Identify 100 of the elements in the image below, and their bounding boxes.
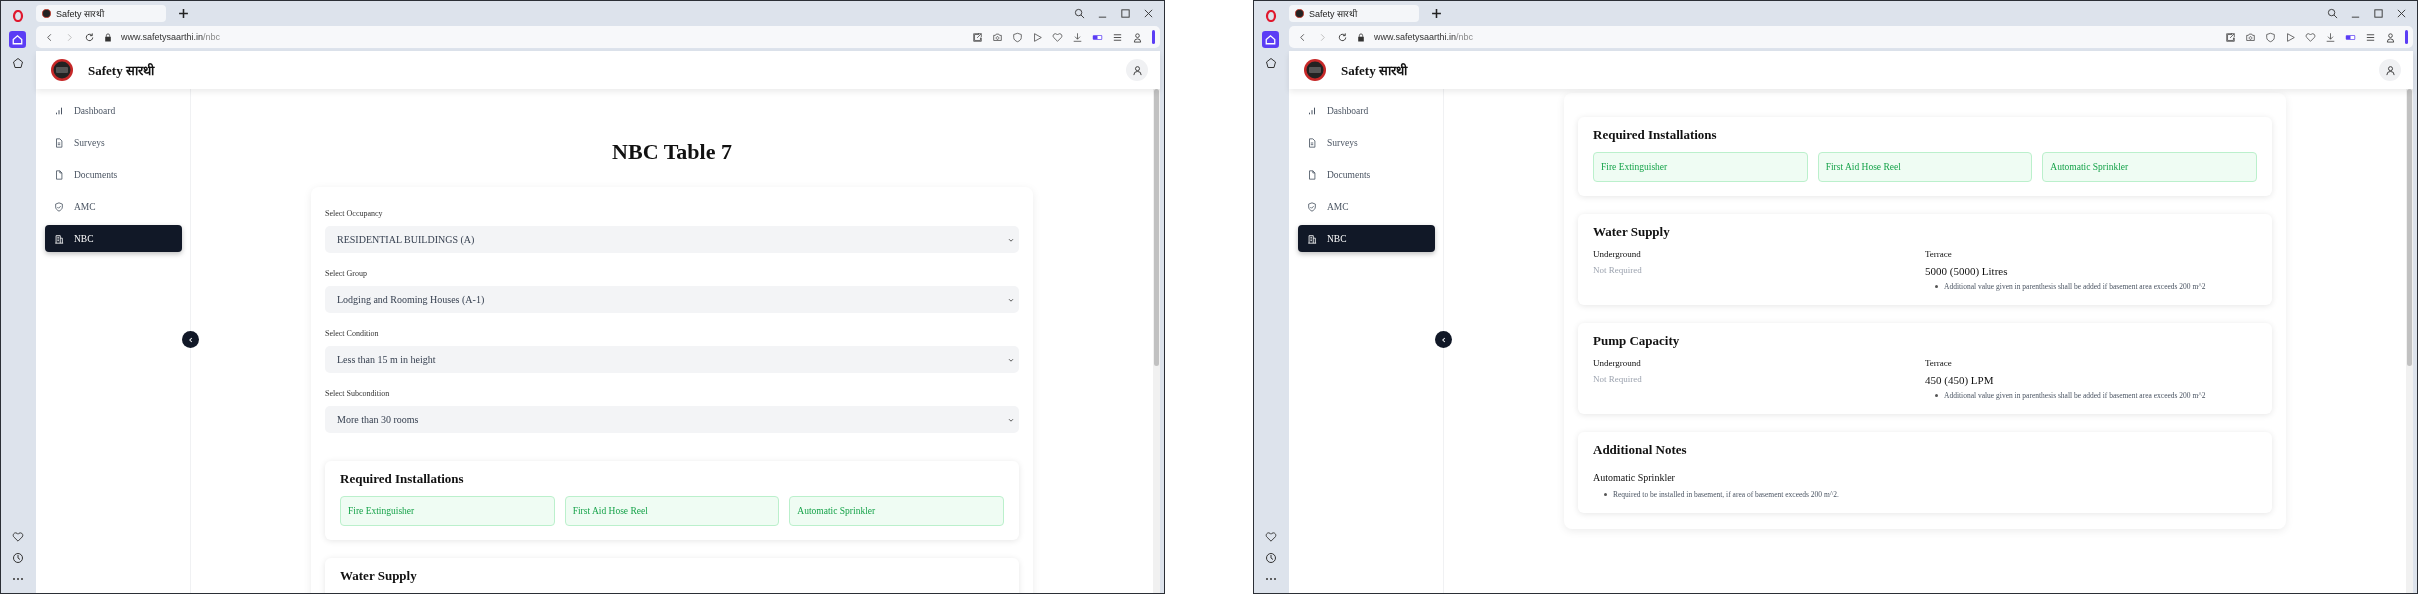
list-icon[interactable]: [2365, 31, 2376, 43]
heart-icon[interactable]: [2305, 31, 2316, 43]
nav-item[interactable]: Surveys: [45, 129, 182, 156]
survey-icon: [54, 137, 64, 148]
browser-logo-icon[interactable]: [1264, 10, 1277, 22]
user-icon[interactable]: [2385, 31, 2396, 43]
installation-tag: First Aid Hose Reel: [1817, 152, 2033, 182]
history-icon[interactable]: [11, 552, 24, 564]
profile-button[interactable]: [2379, 59, 2401, 81]
search-icon[interactable]: [2327, 8, 2338, 19]
scrollbar[interactable]: [1153, 89, 1160, 593]
favicon-icon: [1295, 9, 1304, 18]
reload-icon[interactable]: [84, 31, 95, 43]
close-icon[interactable]: [1143, 8, 1154, 19]
section-title: Additional Notes: [1593, 442, 1688, 458]
address-field[interactable]: www.safetysaarthi.in/nbc: [121, 32, 221, 42]
bullet-icon: [1604, 493, 1607, 496]
sidebar-toggle-bar[interactable]: [1152, 30, 1155, 44]
section-title: Required Installations: [340, 471, 465, 487]
field-label: Select Subcondition: [325, 389, 391, 398]
download-icon[interactable]: [2325, 31, 2336, 43]
download-icon[interactable]: [1072, 31, 1083, 43]
building-icon: [1307, 233, 1317, 244]
app-title: Safety सारथी: [1341, 62, 1407, 79]
chart-icon: [1307, 105, 1317, 116]
shield-icon[interactable]: [1012, 31, 1023, 43]
nav-item[interactable]: Surveys: [1298, 129, 1435, 156]
quantity-value: 450 (450) LPM: [1925, 374, 1994, 386]
nav-item[interactable]: NBC: [45, 225, 182, 252]
bullet-icon: [1935, 285, 1938, 288]
user-icon[interactable]: [1132, 31, 1143, 43]
installation-tag: Fire Extinguisher: [340, 496, 555, 526]
quantity-value: 5000 (5000) Litres: [1925, 265, 2008, 277]
home-icon[interactable]: [1262, 31, 1279, 48]
survey-icon: [1307, 137, 1317, 148]
nav-item[interactable]: NBC: [1298, 225, 1435, 252]
chevron-left-icon: [186, 335, 195, 344]
heart-icon[interactable]: [1264, 531, 1277, 543]
quantity-value: Not Required: [1593, 374, 1642, 384]
nav-item[interactable]: AMC: [45, 193, 182, 220]
profile-button[interactable]: [1126, 59, 1148, 81]
reload-icon[interactable]: [1337, 31, 1348, 43]
nav-item[interactable]: Documents: [45, 161, 182, 188]
chevron-left-icon: [1439, 335, 1448, 344]
shield-icon[interactable]: [2265, 31, 2276, 43]
select-field[interactable]: RESIDENTIAL BUILDINGS (A): [325, 226, 1019, 253]
camera-icon[interactable]: [2245, 31, 2256, 43]
document-icon: [1307, 169, 1317, 180]
share-icon[interactable]: [2225, 31, 2236, 43]
favicon-icon: [42, 9, 51, 18]
user-icon: [2384, 64, 2396, 76]
chart-icon: [54, 105, 64, 116]
building-icon: [54, 233, 64, 244]
list-icon[interactable]: [1112, 31, 1123, 43]
play-icon[interactable]: [2285, 31, 2296, 43]
collapse-button[interactable]: [182, 331, 199, 348]
close-icon[interactable]: [2396, 8, 2407, 19]
heart-icon[interactable]: [11, 531, 24, 543]
maximize-icon[interactable]: [1120, 8, 1131, 19]
tab-title: Safety सारथी: [1309, 8, 1357, 20]
installation-tag: Automatic Sprinkler: [2042, 152, 2257, 182]
browser-tab[interactable]: Safety सारथी: [1289, 5, 1419, 22]
browser-tab[interactable]: Safety सारथी: [36, 5, 166, 22]
new-tab-icon[interactable]: [178, 8, 189, 19]
nav-item[interactable]: Dashboard: [1298, 97, 1435, 124]
heart-icon[interactable]: [1052, 31, 1063, 43]
nav-item[interactable]: AMC: [1298, 193, 1435, 220]
browser-logo-icon[interactable]: [11, 10, 24, 22]
address-field[interactable]: www.safetysaarthi.in/nbc: [1374, 32, 1474, 42]
search-icon[interactable]: [1074, 8, 1085, 19]
installation-tag: Fire Extinguisher: [1593, 152, 1808, 182]
nav-item[interactable]: Documents: [1298, 161, 1435, 188]
play-icon[interactable]: [1032, 31, 1043, 43]
app-title: Safety सारथी: [88, 62, 154, 79]
pentagon-icon[interactable]: [1264, 57, 1277, 69]
note-title: Automatic Sprinkler: [1593, 472, 1675, 483]
shield-icon: [1307, 201, 1317, 212]
scrollbar[interactable]: [2406, 89, 2413, 593]
select-field[interactable]: Less than 15 m in height: [325, 346, 1019, 373]
camera-icon[interactable]: [992, 31, 1003, 43]
lock-icon: [104, 31, 112, 43]
new-tab-icon[interactable]: [1431, 8, 1442, 19]
pentagon-icon[interactable]: [11, 57, 24, 69]
sidebar-toggle-bar[interactable]: [2405, 30, 2408, 44]
home-icon[interactable]: [9, 31, 26, 48]
maximize-icon[interactable]: [2373, 8, 2384, 19]
document-icon: [54, 169, 64, 180]
select-field[interactable]: Lodging and Rooming Houses (A-1): [325, 286, 1019, 313]
history-icon[interactable]: [1264, 552, 1277, 564]
collapse-button[interactable]: [1435, 331, 1452, 348]
bullet-icon: [1935, 394, 1938, 397]
field-label: Select Group: [325, 269, 368, 278]
tab-title: Safety सारथी: [56, 8, 104, 20]
column-label: Underground: [1593, 249, 1641, 259]
nav-item[interactable]: Dashboard: [45, 97, 182, 124]
user-icon: [1131, 64, 1143, 76]
share-icon[interactable]: [972, 31, 983, 43]
select-field[interactable]: More than 30 rooms: [325, 406, 1019, 433]
column-label: Terrace: [1925, 358, 1952, 368]
section-title: Water Supply: [1593, 224, 1671, 240]
